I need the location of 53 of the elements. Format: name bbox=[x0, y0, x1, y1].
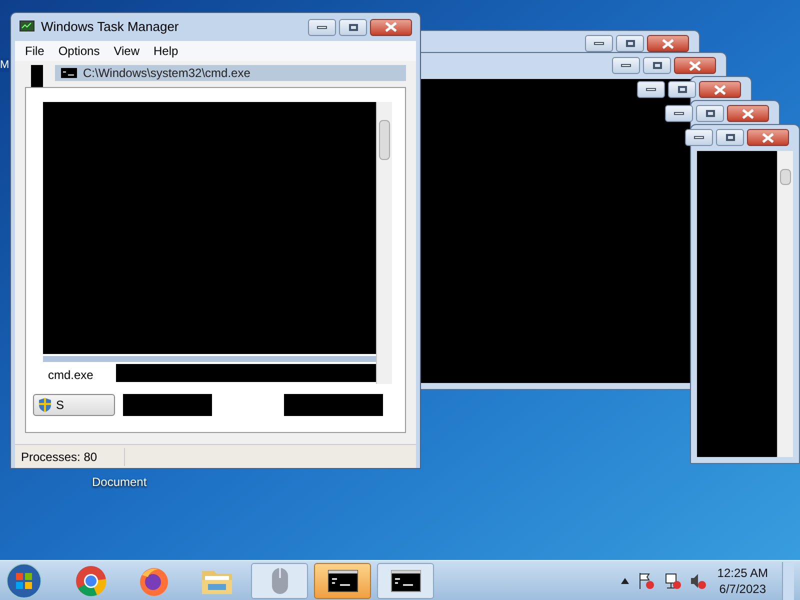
minimize-button[interactable] bbox=[585, 35, 613, 52]
show-processes-button[interactable]: S bbox=[33, 394, 115, 416]
shield-icon bbox=[38, 397, 52, 413]
scrollbar[interactable] bbox=[376, 102, 392, 384]
clock-time[interactable]: 12:25 AM bbox=[717, 564, 768, 580]
maximize-button[interactable] bbox=[643, 57, 671, 74]
minimize-button[interactable] bbox=[612, 57, 640, 74]
close-button[interactable] bbox=[370, 18, 412, 36]
scrollbar[interactable] bbox=[777, 151, 793, 457]
menu-item[interactable]: Options bbox=[58, 42, 100, 60]
inner-window-title: C:\Windows\system32\cmd.exe bbox=[83, 65, 250, 82]
monitor-icon bbox=[19, 20, 35, 34]
console-icon bbox=[328, 570, 358, 592]
taskbar-button[interactable] bbox=[314, 562, 371, 598]
maximize-button[interactable] bbox=[716, 129, 744, 146]
status-text: Processes: 80 bbox=[15, 448, 125, 466]
close-icon bbox=[689, 60, 701, 70]
menu-item[interactable]: File bbox=[25, 42, 44, 60]
minimize-button[interactable] bbox=[665, 105, 693, 122]
flag-icon[interactable] bbox=[637, 572, 656, 590]
minimize-button[interactable] bbox=[637, 81, 665, 98]
close-icon bbox=[714, 84, 726, 94]
process-name[interactable]: cmd.exe bbox=[48, 366, 94, 384]
taskbar-button[interactable] bbox=[377, 562, 434, 598]
close-button[interactable] bbox=[699, 81, 741, 98]
minimize-button[interactable] bbox=[685, 129, 713, 146]
mouse-icon bbox=[270, 566, 290, 596]
close-button[interactable] bbox=[674, 57, 716, 74]
close-icon bbox=[742, 108, 754, 118]
network-icon[interactable] bbox=[663, 572, 682, 590]
close-icon bbox=[385, 22, 397, 32]
start-button[interactable] bbox=[6, 562, 42, 598]
chrome-icon bbox=[74, 564, 106, 596]
caret-icon[interactable] bbox=[621, 578, 630, 584]
console-icon bbox=[390, 570, 420, 592]
clock-date[interactable]: 6/7/2023 bbox=[719, 580, 766, 596]
menu-item[interactable]: View bbox=[114, 42, 140, 60]
close-button[interactable] bbox=[647, 35, 689, 52]
maximize-button[interactable] bbox=[696, 105, 724, 122]
maximize-button[interactable] bbox=[339, 18, 367, 36]
window-title: Windows Task Manager bbox=[41, 18, 180, 36]
minimize-button[interactable] bbox=[308, 18, 336, 36]
maximize-button[interactable] bbox=[668, 81, 696, 98]
close-button[interactable] bbox=[747, 129, 789, 146]
desktop-icon-label[interactable]: M bbox=[0, 58, 10, 72]
console-icon bbox=[61, 68, 77, 78]
maximize-button[interactable] bbox=[616, 35, 644, 52]
desktop-icon-label[interactable]: Document bbox=[92, 473, 147, 491]
close-button[interactable] bbox=[727, 105, 769, 122]
close-icon bbox=[662, 38, 674, 48]
close-icon bbox=[762, 132, 774, 142]
speaker-icon[interactable] bbox=[689, 572, 708, 590]
menu-item[interactable]: Help bbox=[154, 42, 178, 60]
